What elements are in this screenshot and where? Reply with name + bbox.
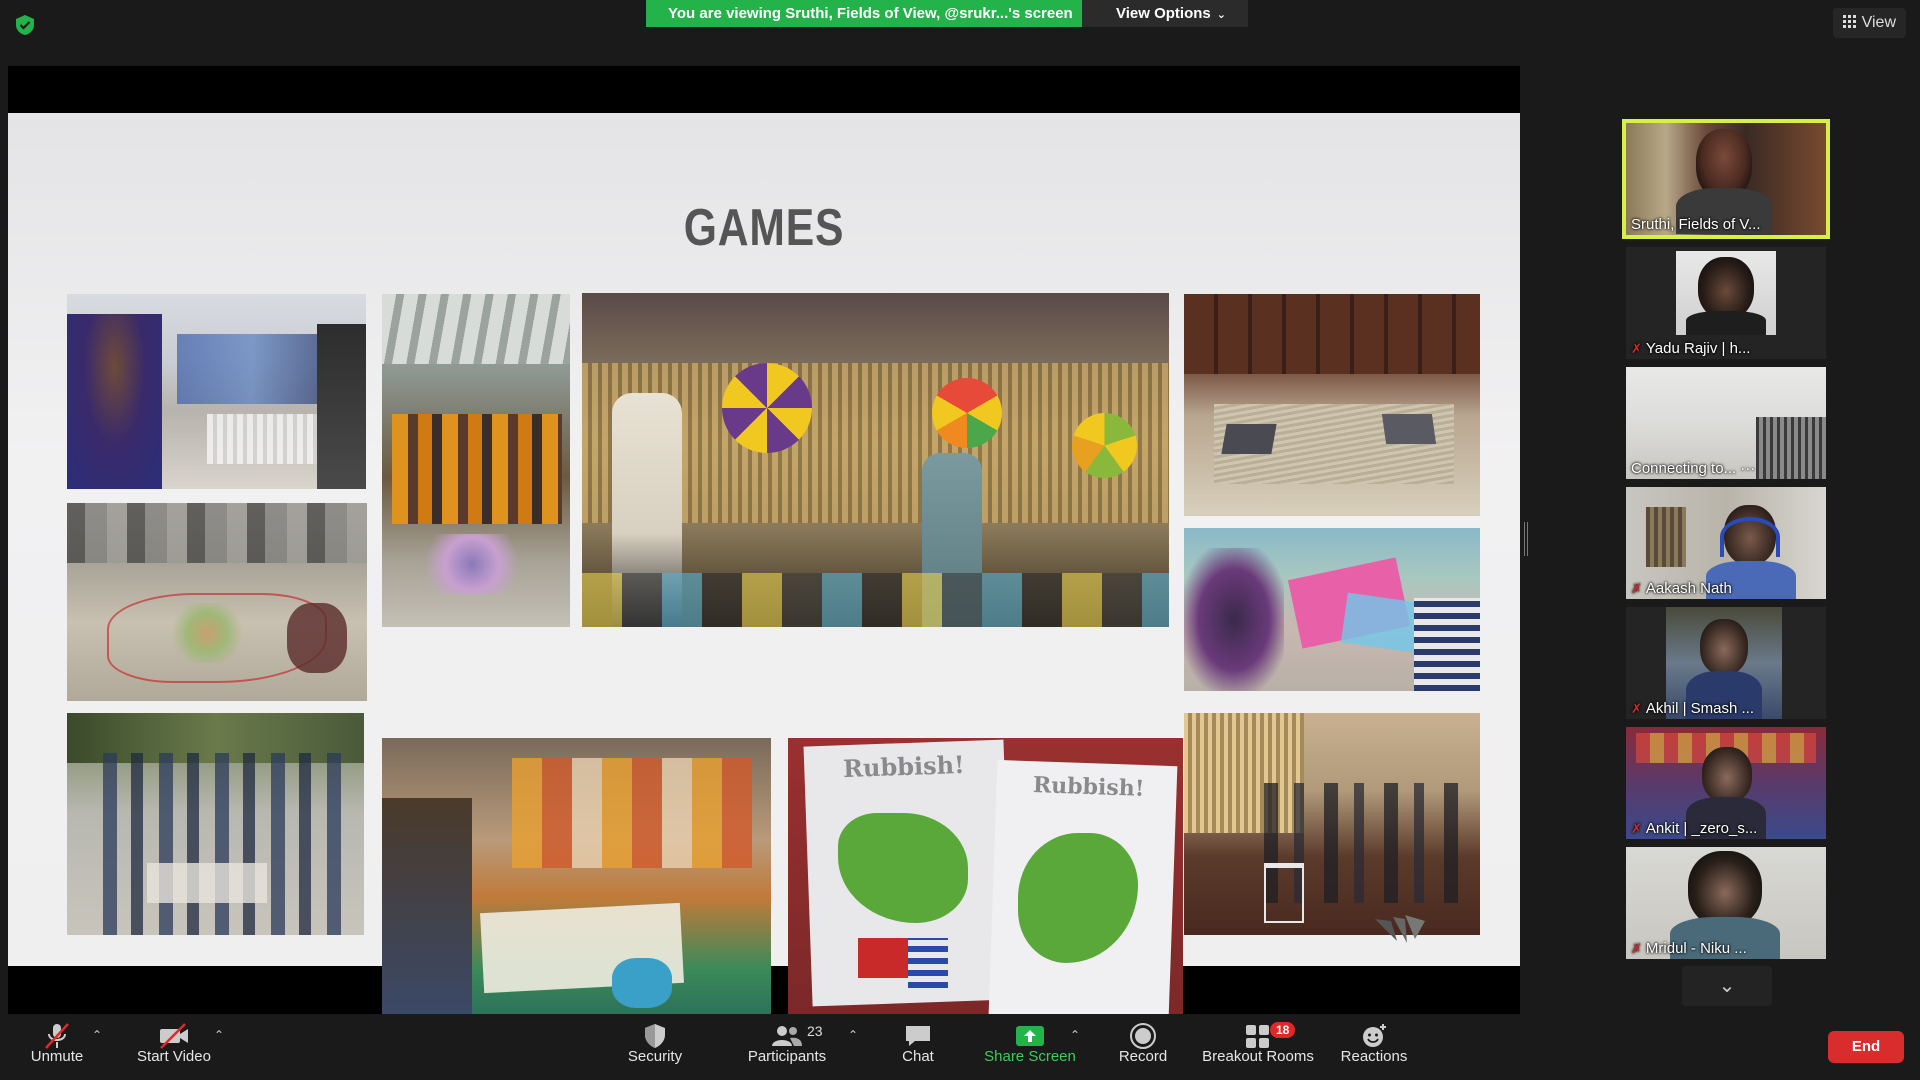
start-video-button[interactable]: Start Video <box>130 1014 218 1080</box>
photo-bottles-game <box>67 294 366 489</box>
participants-label: Participants <box>747 1048 827 1065</box>
participant-name-text: Aakash Nath <box>1645 580 1732 597</box>
security-shield-icon <box>645 1024 665 1048</box>
more-participants-button[interactable]: ⌄ <box>1682 966 1772 1006</box>
participant-name: Sruthi, Fields of V... <box>1631 216 1761 233</box>
muted-microphone-icon <box>45 1023 69 1049</box>
reactions-button[interactable]: Reactions <box>1336 1014 1412 1080</box>
end-meeting-button[interactable]: End <box>1828 1031 1904 1063</box>
top-bar: You are viewing Sruthi, Fields of View, … <box>0 0 1920 66</box>
slide-title: GAMES <box>683 199 845 257</box>
participant-tile-akhil[interactable]: ✗ Akhil | Smash ... <box>1626 607 1826 719</box>
participant-tile-yadu[interactable]: ✗ Yadu Rajiv | h... <box>1626 247 1826 359</box>
security-label: Security <box>627 1048 683 1065</box>
share-screen-label: Share Screen <box>984 1048 1076 1065</box>
participant-name: Connecting to... ··· <box>1631 460 1756 477</box>
participant-name-text: Mridul - Niku ... <box>1645 940 1747 957</box>
breakout-rooms-icon <box>1246 1025 1269 1048</box>
muted-mic-icon: ✗ <box>1631 941 1642 956</box>
video-off-icon <box>160 1023 188 1049</box>
view-layout-button[interactable]: View <box>1832 8 1906 38</box>
participant-name: ✗ Yadu Rajiv | h... <box>1631 340 1750 357</box>
participant-tile-connecting[interactable]: Connecting to... ··· <box>1626 367 1826 479</box>
photo-pink-board-game <box>1184 528 1480 691</box>
rubbish-label-right: Rubbish! <box>1032 772 1145 802</box>
reactions-label: Reactions <box>1340 1048 1408 1065</box>
chat-label: Chat <box>902 1048 934 1065</box>
record-label: Record <box>1118 1048 1168 1065</box>
chat-button[interactable]: Chat <box>890 1014 946 1080</box>
screen-share-banner: You are viewing Sruthi, Fields of View, … <box>646 0 1095 27</box>
participant-name-text: Ankit | _zero_s... <box>1645 820 1758 837</box>
photo-hall-group <box>382 294 570 627</box>
breakout-rooms-label: Breakout Rooms <box>1202 1048 1314 1065</box>
security-button[interactable]: Security <box>616 1014 694 1080</box>
fields-of-view-logo <box>1375 915 1425 943</box>
participant-name: ✗ Akhil | Smash ... <box>1631 700 1754 717</box>
participants-count: 23 <box>807 1023 823 1039</box>
video-options-caret[interactable]: ⌃ <box>214 1028 224 1042</box>
record-button[interactable]: Record <box>1110 1014 1176 1080</box>
muted-mic-icon: ✗ <box>1631 821 1642 836</box>
muted-mic-icon: ✗ <box>1631 701 1642 716</box>
chevron-down-icon: ⌄ <box>1216 9 1226 21</box>
participant-tile-sruthi[interactable]: Sruthi, Fields of V... <box>1622 119 1830 239</box>
grid-icon <box>1842 15 1856 28</box>
record-icon <box>1130 1023 1156 1049</box>
presentation-slide: GAMES Rubbish! Rubbish! <box>8 113 1520 1028</box>
participant-name: ✗ Mridul - Niku ... <box>1631 940 1747 957</box>
unmute-button[interactable]: Unmute <box>18 1014 96 1080</box>
photo-spinning-wheel-game <box>582 293 1169 627</box>
participant-name-text: Akhil | Smash ... <box>1645 700 1755 717</box>
share-screen-icon <box>1016 1026 1044 1046</box>
muted-mic-icon: ✗ <box>1631 341 1642 356</box>
unmute-label: Unmute <box>30 1048 84 1065</box>
shared-screen: GAMES Rubbish! Rubbish! <box>8 66 1520 1028</box>
panel-resize-handle[interactable] <box>1524 522 1528 556</box>
reactions-smiley-icon <box>1363 1024 1386 1047</box>
breakout-rooms-badge: 18 <box>1270 1022 1296 1038</box>
photo-floor-map-game <box>67 503 367 701</box>
participant-tile-mridul[interactable]: ✗ Mridul - Niku ... <box>1626 847 1826 959</box>
photo-indoor-game <box>1184 713 1480 935</box>
view-options-label: View Options <box>1116 5 1211 22</box>
share-options-caret[interactable]: ⌃ <box>1070 1028 1080 1042</box>
participants-options-caret[interactable]: ⌃ <box>848 1028 858 1042</box>
share-screen-button[interactable]: Share Screen <box>980 1014 1080 1080</box>
view-label: View <box>1861 14 1896 31</box>
participant-tile-ankit[interactable]: ✗ Ankit | _zero_s... <box>1626 727 1826 839</box>
photo-women-board-game <box>382 738 771 1028</box>
meeting-toolbar: Unmute ⌃ Start Video ⌃ Security Particip… <box>0 1014 1920 1080</box>
photo-laptops-floor <box>1184 294 1480 516</box>
photo-street-group <box>67 713 364 935</box>
encryption-shield-icon[interactable] <box>14 14 36 36</box>
participant-name: ✗ Ankit | _zero_s... <box>1631 820 1757 837</box>
audio-options-caret[interactable]: ⌃ <box>92 1028 102 1042</box>
participants-icon <box>772 1026 802 1046</box>
view-options-button[interactable]: View Options ⌄ <box>1082 0 1248 27</box>
chevron-down-icon: ⌄ <box>1718 975 1736 997</box>
rubbish-label-left: Rubbish! <box>842 749 966 784</box>
participant-name-text: Yadu Rajiv | h... <box>1645 340 1751 357</box>
chat-bubble-icon <box>906 1026 930 1046</box>
muted-mic-icon: ✗ <box>1631 581 1642 596</box>
participant-tile-aakash[interactable]: ✗ Aakash Nath <box>1626 487 1826 599</box>
photo-rubbish-game: Rubbish! Rubbish! <box>788 738 1183 1028</box>
start-video-label: Start Video <box>137 1048 211 1065</box>
participant-name: ✗ Aakash Nath <box>1631 580 1732 597</box>
breakout-rooms-button[interactable]: Breakout Rooms <box>1198 1014 1318 1080</box>
